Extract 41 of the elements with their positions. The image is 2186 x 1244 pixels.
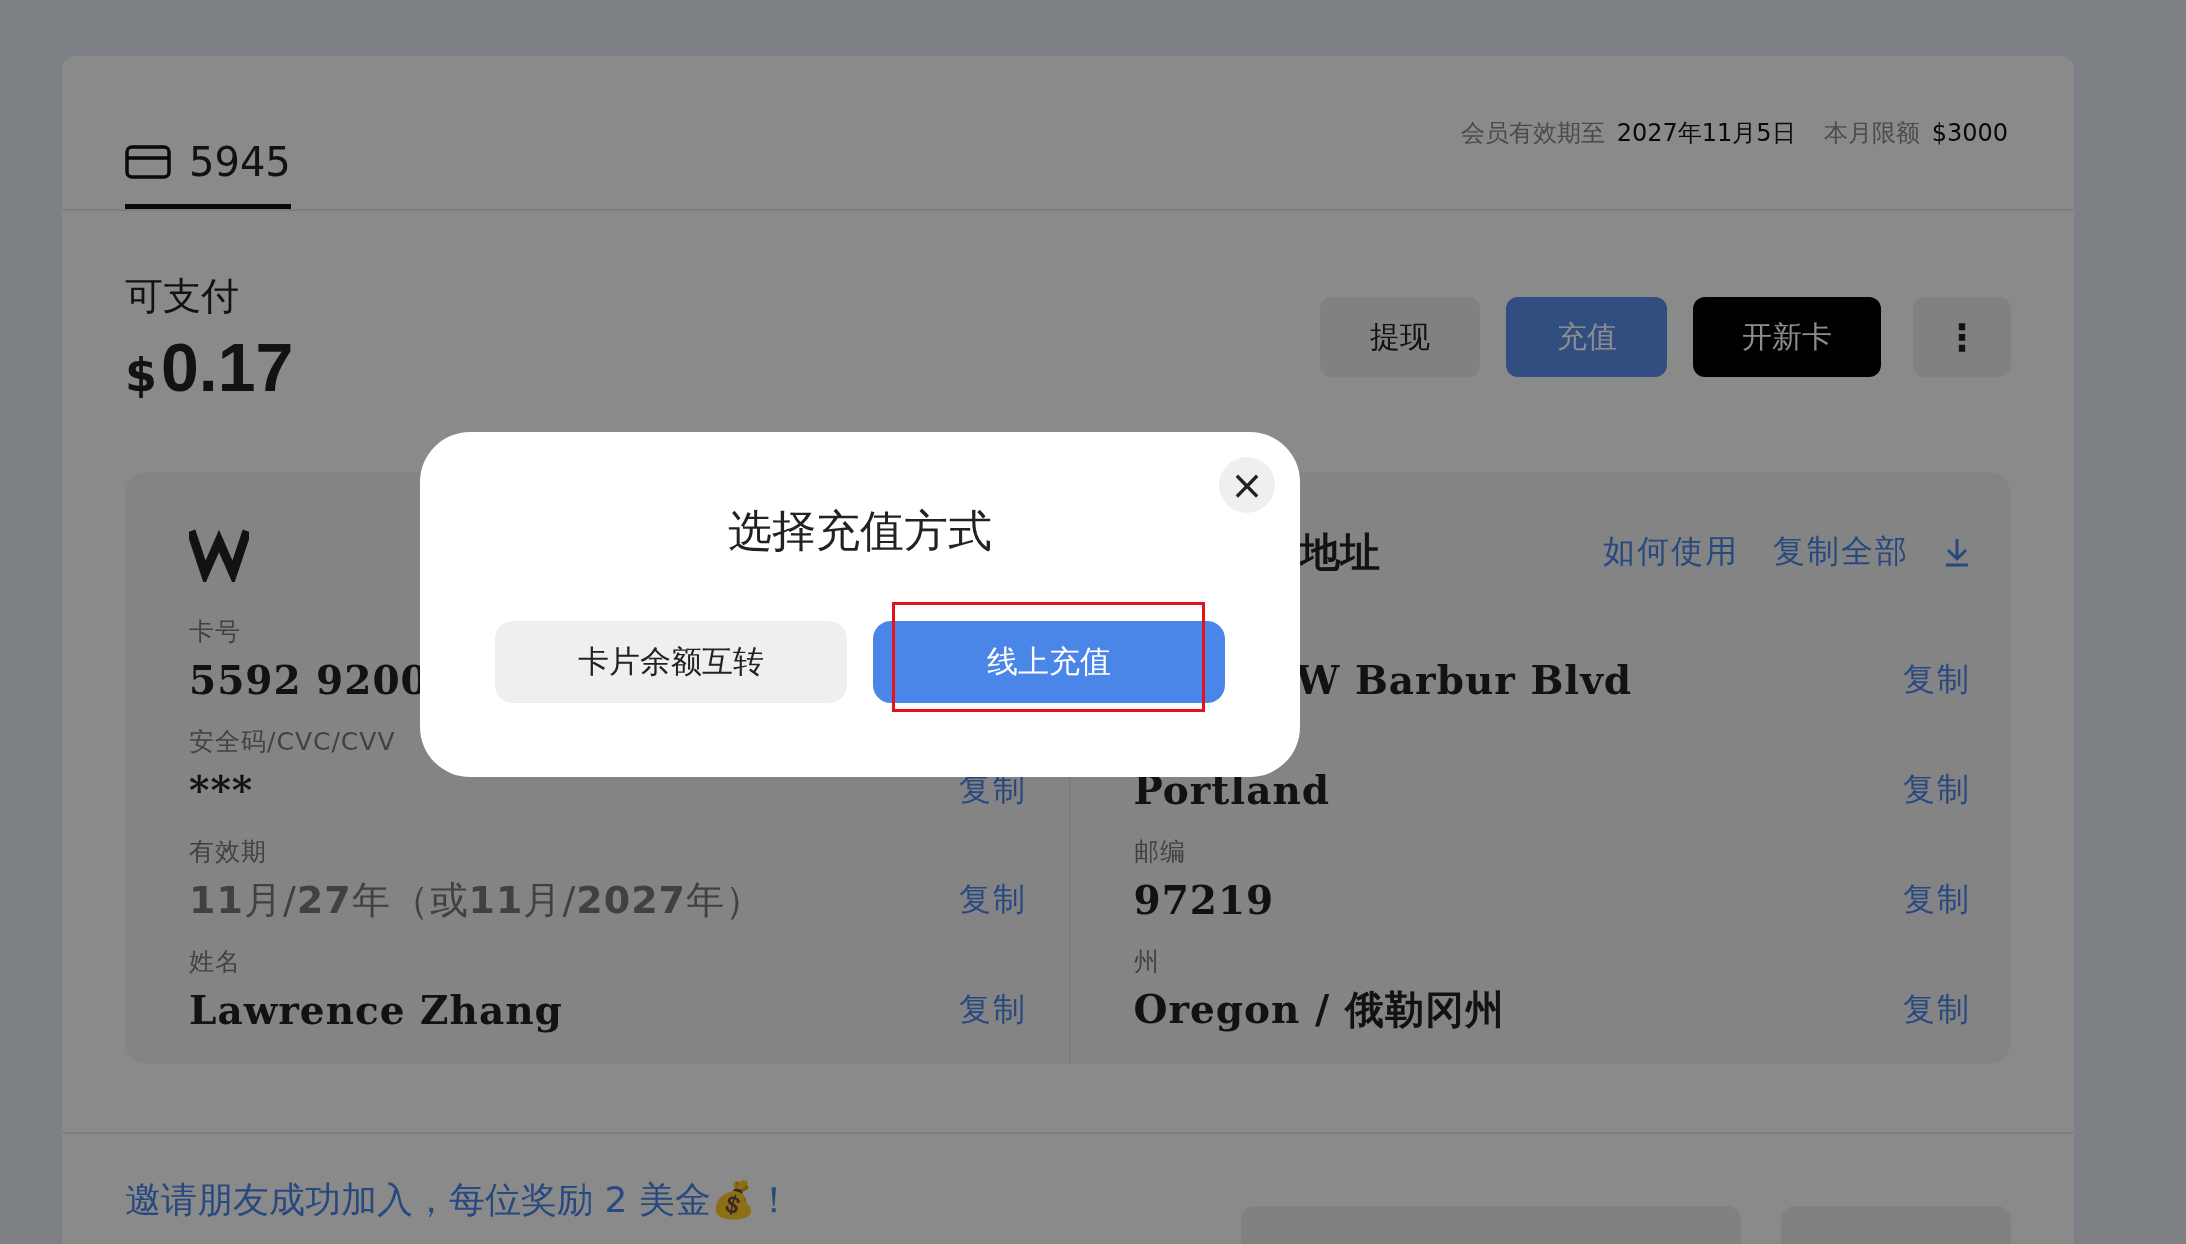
- limit-label: 本月限额: [1823, 117, 1920, 149]
- currency-sign: $: [125, 348, 157, 402]
- field-value: Oregon / 俄勒冈州: [1133, 985, 1505, 1034]
- invite-banner-text: 邀请朋友成功加入，每位奖励 2 美金💰！: [125, 1178, 792, 1222]
- field-label: 邮编: [1133, 836, 1187, 868]
- field-label: 安全码/CVC/CVV: [189, 726, 397, 758]
- card-tab[interactable]: 5945: [125, 111, 291, 209]
- header-link[interactable]: 如何使用: [1603, 530, 1739, 574]
- option-button[interactable]: 卡片余额互转: [495, 621, 847, 703]
- field-value: Lawrence Zhang: [189, 987, 563, 1033]
- field-label: 姓名: [189, 946, 242, 978]
- action-button[interactable]: 提现: [1320, 297, 1480, 377]
- copy-link[interactable]: 复制: [958, 878, 1027, 922]
- balance-amount: 0.17: [161, 328, 294, 406]
- field-value: Portland: [1133, 767, 1331, 813]
- card-icon: [125, 144, 171, 179]
- field-value: ***: [189, 767, 254, 813]
- more-button[interactable]: ⋮: [1913, 297, 2011, 377]
- action-button[interactable]: 开新卡: [1693, 297, 1881, 377]
- field-value: 11月/27年（或11月/2027年）: [189, 876, 765, 924]
- limit-amount: $3000: [1931, 118, 2008, 147]
- copy-link[interactable]: 复制: [1903, 658, 1971, 702]
- action-button[interactable]: 充值: [1506, 297, 1667, 377]
- copy-link[interactable]: 复制: [1903, 768, 1971, 812]
- download-icon[interactable]: [1943, 537, 1971, 567]
- field-label: 卡号: [189, 616, 242, 648]
- dialog-title: 选择充值方式: [728, 504, 992, 558]
- balance-label: 可支付: [125, 273, 240, 320]
- address-title: 地址: [1299, 527, 1380, 577]
- expiry-label: 会员有效期至: [1460, 117, 1605, 149]
- field-value: 97219: [1133, 877, 1275, 923]
- copy-link[interactable]: 复制: [1903, 988, 1971, 1032]
- field-value: W Barbur Blvd: [1295, 657, 1633, 703]
- field-label: 有效期: [189, 836, 268, 868]
- field-label: 州: [1133, 946, 1161, 978]
- option-button[interactable]: 线上充值: [873, 621, 1225, 703]
- header-link[interactable]: 复制全部: [1773, 530, 1909, 574]
- expiry-date: 2027年11月5日: [1616, 117, 1796, 149]
- close-button[interactable]: ×: [1219, 457, 1275, 513]
- copy-link[interactable]: 复制: [958, 988, 1027, 1032]
- copy-link[interactable]: 复制: [1903, 878, 1971, 922]
